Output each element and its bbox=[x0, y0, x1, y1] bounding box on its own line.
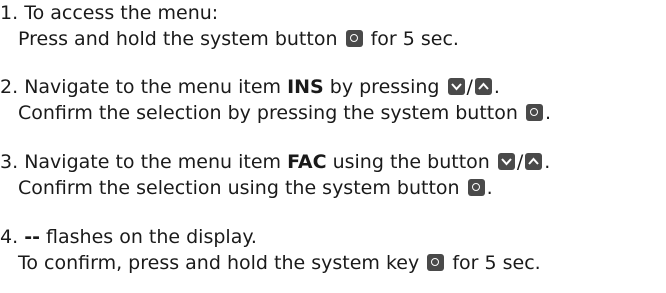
step-text: Confirm the selection using the system b… bbox=[18, 177, 460, 199]
step-text: flashes on the display. bbox=[46, 226, 257, 248]
system-button-icon bbox=[427, 254, 445, 271]
separator: / bbox=[466, 76, 473, 98]
step-4-line-1: 4. -- flashes on the display. bbox=[0, 224, 666, 250]
step-text: Press and hold the system button bbox=[18, 28, 338, 50]
step-number: 4. bbox=[0, 226, 19, 248]
system-button-icon bbox=[345, 30, 363, 47]
step-3-line-2: Confirm the selection using the system b… bbox=[0, 175, 666, 201]
step-text: To access the menu: bbox=[24, 2, 219, 24]
step-4: 4. -- flashes on the display. To confirm… bbox=[0, 224, 666, 276]
arrow-down-button-icon bbox=[447, 78, 465, 95]
step-2-line-2: Confirm the selection by pressing the sy… bbox=[0, 100, 666, 126]
menu-item-name: INS bbox=[287, 76, 324, 98]
system-button-icon bbox=[467, 179, 485, 196]
separator: / bbox=[516, 151, 524, 173]
step-text: Confirm the selection by pressing the sy… bbox=[18, 102, 518, 124]
display-indicator: -- bbox=[24, 226, 40, 248]
step-4-line-2: To confirm, press and hold the system ke… bbox=[0, 250, 666, 276]
step-text: Navigate to the menu item bbox=[24, 151, 282, 173]
system-button-icon bbox=[525, 104, 543, 121]
step-1-line-2: Press and hold the system button for 5 s… bbox=[0, 26, 666, 52]
step-3-line-1: 3. Navigate to the menu item FAC using t… bbox=[0, 149, 666, 175]
step-2-line-1: 2. Navigate to the menu item INS by pres… bbox=[0, 74, 666, 100]
step-number: 2. bbox=[0, 76, 19, 98]
step-1: 1. To access the menu: Press and hold th… bbox=[0, 0, 666, 52]
punctuation: . bbox=[544, 151, 551, 173]
arrow-down-button-icon bbox=[497, 153, 515, 170]
step-text: for 5 sec. bbox=[452, 252, 541, 274]
step-number: 3. bbox=[0, 151, 19, 173]
punctuation: . bbox=[486, 177, 493, 199]
step-text: by pressing bbox=[329, 76, 440, 98]
punctuation: . bbox=[493, 76, 500, 98]
step-3: 3. Navigate to the menu item FAC using t… bbox=[0, 149, 666, 201]
step-number: 1. bbox=[0, 2, 19, 24]
step-text: Navigate to the menu item bbox=[24, 76, 282, 98]
step-text: for 5 sec. bbox=[370, 28, 459, 50]
step-2: 2. Navigate to the menu item INS by pres… bbox=[0, 74, 666, 126]
step-text: using the button bbox=[332, 151, 490, 173]
step-1-line-1: 1. To access the menu: bbox=[0, 0, 666, 26]
punctuation: . bbox=[544, 102, 552, 124]
arrow-up-button-icon bbox=[525, 153, 543, 170]
step-text: To confirm, press and hold the system ke… bbox=[18, 252, 420, 274]
arrow-up-button-icon bbox=[474, 78, 492, 95]
menu-item-name: FAC bbox=[287, 151, 327, 173]
